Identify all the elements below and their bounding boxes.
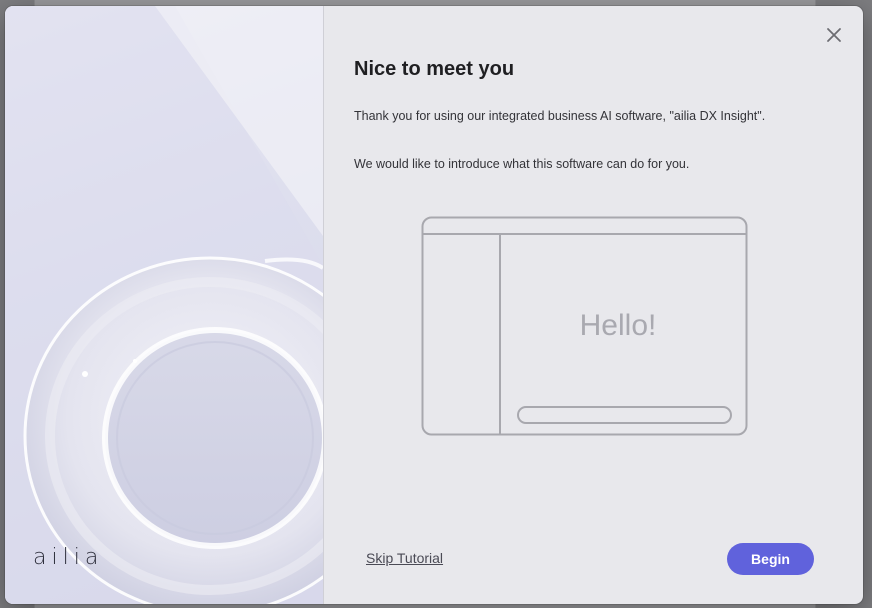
app-window-illustration: Hello!: [421, 216, 748, 436]
intro-text-1: Thank you for using our integrated busin…: [354, 109, 766, 123]
dialog-title: Nice to meet you: [354, 58, 515, 80]
intro-text-2: We would like to introduce what this sof…: [354, 157, 690, 171]
close-icon[interactable]: [825, 26, 843, 44]
ailia-logo: ailia: [33, 545, 104, 570]
welcome-dialog: ailia Nice to meet you Thank you for usi…: [5, 6, 863, 604]
dialog-content: Nice to meet you Thank you for using our…: [324, 6, 863, 604]
ring-illustration: [5, 6, 323, 604]
begin-button[interactable]: Begin: [727, 543, 814, 575]
skip-tutorial-link[interactable]: Skip Tutorial: [366, 550, 443, 566]
hero-image: ailia: [5, 6, 324, 604]
illustration-hello-text: Hello!: [580, 309, 657, 342]
